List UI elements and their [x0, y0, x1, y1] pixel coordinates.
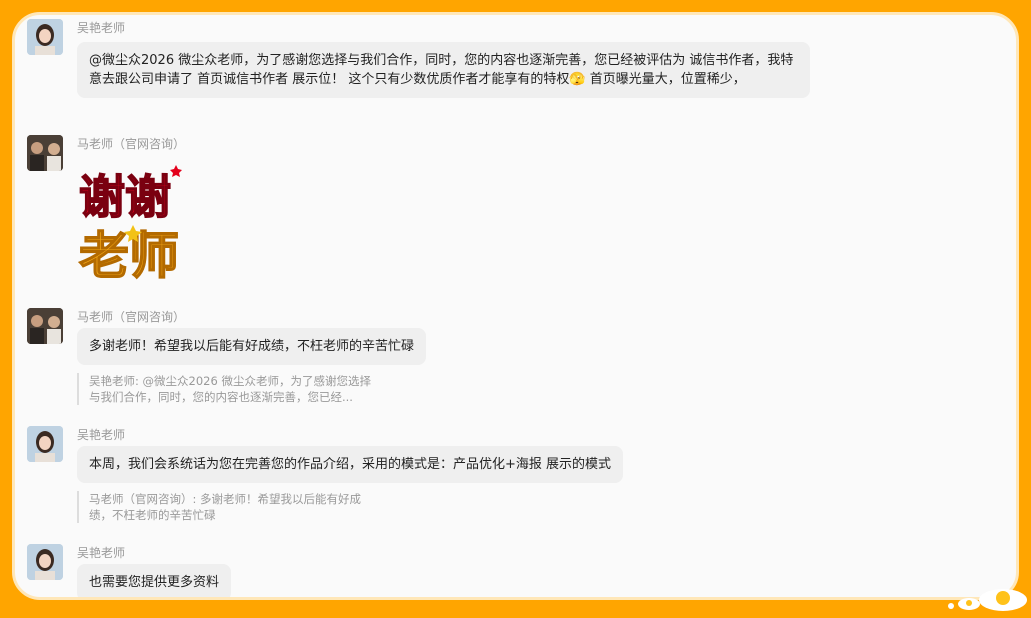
sender-name: 吴艳老师 [77, 428, 126, 442]
message-bubble[interactable]: 多谢老师！希望我以后能有好成绩，不枉老师的辛苦忙碌 [77, 328, 427, 365]
chat-window: 吴艳老师 @微尘众2026 微尘众老师，为了感谢您选择与我们合作，同时，您的内容… [12, 12, 1019, 600]
message-bubble[interactable]: 也需要您提供更多资料 [77, 564, 232, 597]
sender-name: 马老师（官网咨询） [77, 137, 186, 151]
quoted-message[interactable]: 吴艳老师: @微尘众2026 微尘众老师，为了感谢您选择与我们合作，同时，您的内… [77, 373, 379, 405]
message-bubble[interactable]: 本周，我们会系统话为您在完善您的作品介绍，采用的模式是：产品优化+海报 展示的模… [77, 446, 624, 483]
chat-message: 吴艳老师 也需要您提供更多资料 [27, 544, 427, 597]
sender-name: 吴艳老师 [77, 546, 126, 560]
chat-message: 马老师（官网咨询） 谢谢 老师 [27, 135, 327, 295]
message-bubble[interactable]: @微尘众2026 微尘众老师，为了感谢您选择与我们合作，同时，您的内容也逐渐完善… [77, 42, 810, 98]
thank-you-sticker[interactable]: 谢谢 老师 [77, 161, 207, 286]
egg-decoration-icon [941, 584, 1031, 614]
sender-name: 马老师（官网咨询） [77, 310, 186, 324]
svg-text:谢谢: 谢谢 [79, 170, 171, 224]
avatar[interactable] [27, 19, 63, 55]
chat-message: 吴艳老师 @微尘众2026 微尘众老师，为了感谢您选择与我们合作，同时，您的内容… [27, 19, 827, 119]
sender-name: 吴艳老师 [77, 21, 126, 35]
chat-message: 吴艳老师 本周，我们会系统话为您在完善您的作品介绍，采用的模式是：产品优化+海报… [27, 426, 727, 536]
chat-message: 马老师（官网咨询） 多谢老师！希望我以后能有好成绩，不枉老师的辛苦忙碌 吴艳老师… [27, 308, 527, 418]
avatar[interactable] [27, 544, 63, 580]
avatar[interactable] [27, 308, 63, 344]
quoted-message[interactable]: 马老师（官网咨询）: 多谢老师！希望我以后能有好成绩，不枉老师的辛苦忙碌 [77, 491, 379, 523]
avatar[interactable] [27, 135, 63, 171]
avatar[interactable] [27, 426, 63, 462]
